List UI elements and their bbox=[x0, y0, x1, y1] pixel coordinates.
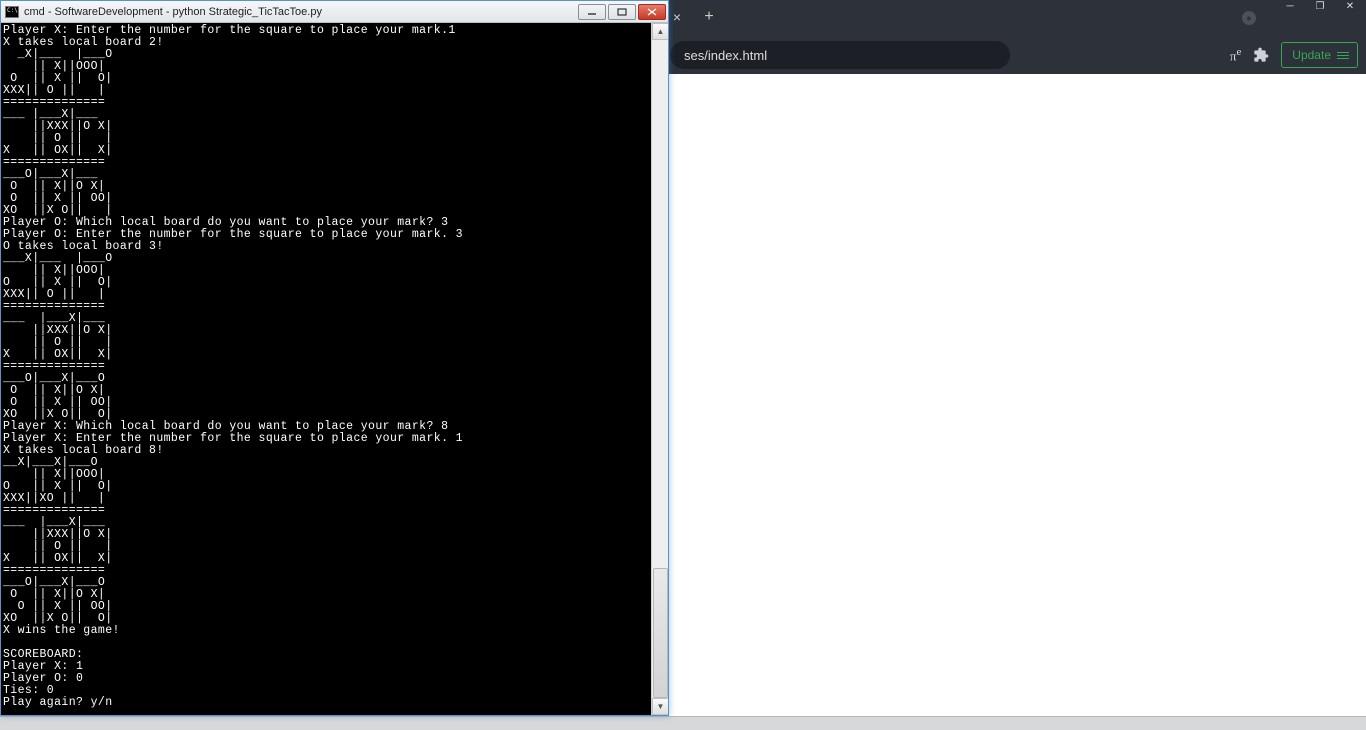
cmd-window-controls bbox=[578, 4, 666, 20]
tab-close-icon[interactable]: × bbox=[670, 10, 684, 24]
cmd-close-button[interactable] bbox=[638, 4, 666, 20]
profile-indicator-icon[interactable]: ● bbox=[1242, 11, 1256, 25]
toolbar-right: πe Update bbox=[1230, 42, 1358, 68]
bg-minimize-button[interactable]: ─ bbox=[1277, 0, 1303, 13]
cmd-window: cmd - SoftwareDevelopment - python Strat… bbox=[0, 0, 669, 716]
cmd-minimize-button[interactable] bbox=[578, 4, 606, 20]
bg-close-button[interactable]: ✕ bbox=[1337, 0, 1363, 13]
cmd-maximize-button[interactable] bbox=[608, 4, 636, 20]
os-taskbar[interactable] bbox=[0, 716, 1366, 730]
bg-window-controls: ─ ❐ ✕ bbox=[1277, 0, 1366, 14]
extension-pi-icon[interactable]: πe bbox=[1230, 46, 1241, 64]
terminal-output[interactable]: Player X: Enter the number for the squar… bbox=[1, 23, 668, 715]
cmd-titlebar[interactable]: cmd - SoftwareDevelopment - python Strat… bbox=[1, 1, 668, 23]
bg-maximize-button[interactable]: ❐ bbox=[1307, 0, 1333, 13]
cmd-title: cmd - SoftwareDevelopment - python Strat… bbox=[24, 6, 578, 18]
address-bar[interactable]: ses/index.html bbox=[670, 41, 1010, 69]
cmd-icon bbox=[5, 6, 19, 18]
scroll-down-button[interactable]: ▼ bbox=[652, 698, 669, 715]
scroll-up-button[interactable]: ▲ bbox=[652, 23, 669, 40]
update-label: Update bbox=[1292, 48, 1331, 62]
new-tab-button[interactable]: + bbox=[700, 8, 718, 26]
menu-icon bbox=[1337, 52, 1349, 59]
scrollbar-track[interactable] bbox=[652, 40, 669, 698]
extensions-icon[interactable] bbox=[1253, 47, 1269, 63]
update-button[interactable]: Update bbox=[1281, 42, 1358, 68]
scrollbar-thumb[interactable] bbox=[653, 568, 668, 698]
browser-tabstrip: × + bbox=[670, 2, 718, 32]
cmd-scrollbar: ▲ ▼ bbox=[651, 23, 668, 715]
